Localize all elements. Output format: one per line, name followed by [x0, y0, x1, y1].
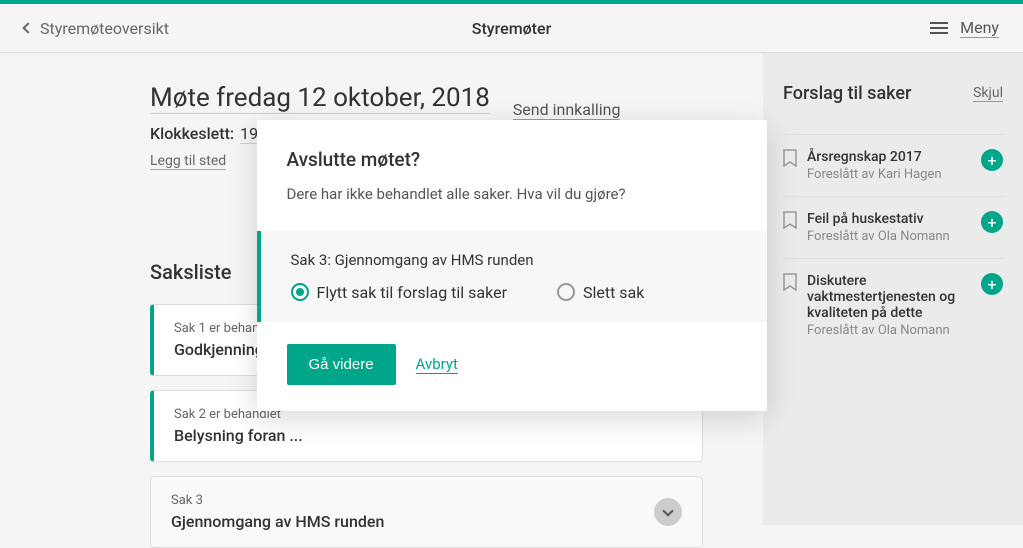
radio-group: Flytt sak til forslag til saker Slett sa… — [291, 283, 737, 302]
radio-move-label: Flytt sak til forslag til saker — [317, 283, 507, 302]
radio-icon — [291, 283, 309, 301]
confirm-button[interactable]: Gå videre — [287, 344, 396, 385]
modal-overlay: Avslutte møtet? Dere har ikke behandlet … — [0, 0, 1023, 530]
radio-delete-option[interactable]: Slett sak — [557, 283, 644, 302]
modal-header: Avslutte møtet? Dere har ikke behandlet … — [257, 120, 767, 213]
radio-icon — [557, 283, 575, 301]
modal-title: Avslutte møtet? — [287, 148, 737, 171]
cancel-button[interactable]: Avbryt — [416, 355, 458, 374]
modal-subtitle: Dere har ikke behandlet alle saker. Hva … — [287, 185, 737, 203]
radio-move-option[interactable]: Flytt sak til forslag til saker — [291, 283, 507, 302]
radio-delete-label: Slett sak — [583, 283, 644, 302]
modal-footer: Gå videre Avbryt — [257, 322, 767, 411]
close-meeting-modal: Avslutte møtet? Dere har ikke behandlet … — [257, 120, 767, 411]
modal-body: Sak 3: Gjennomgang av HMS runden Flytt s… — [257, 231, 767, 322]
modal-sak-label: Sak 3: Gjennomgang av HMS runden — [291, 251, 737, 269]
